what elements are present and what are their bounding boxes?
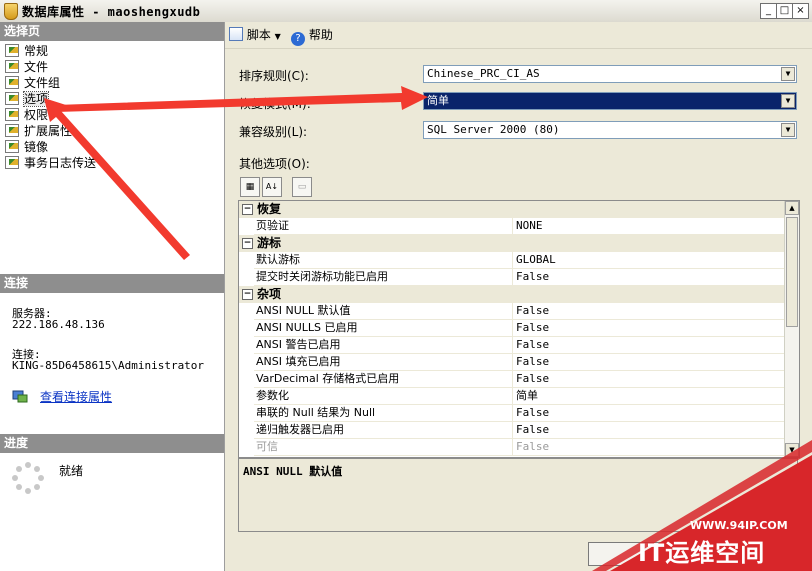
watermark-url: WWW.94IP.COM	[690, 519, 788, 532]
property-row[interactable]: 提交时关闭游标功能已启用 False	[254, 269, 785, 286]
page-options[interactable]: 选项	[4, 91, 50, 107]
page-icon	[5, 76, 19, 89]
alphabetical-sort-icon[interactable]: A↓	[262, 177, 282, 197]
category-misc[interactable]: − 杂项	[239, 286, 785, 303]
property-row[interactable]: 参数化 简单	[254, 388, 785, 405]
select-page-header: 选择页	[0, 22, 224, 41]
server-value: 222.186.48.136	[12, 318, 105, 331]
connection-header: 连接	[0, 274, 224, 293]
property-row[interactable]: VarDecimal 存储格式已启用 False	[254, 371, 785, 388]
page-mirroring[interactable]: 镜像	[4, 139, 48, 155]
categorized-view-icon[interactable]: ▦	[240, 177, 260, 197]
options-pane: 脚本 ▼ ? 帮助 排序规则(C): Chinese_PRC_CI_AS ▼ 恢…	[225, 22, 812, 571]
collation-select[interactable]: Chinese_PRC_CI_AS ▼	[423, 65, 797, 83]
help-button[interactable]: ? 帮助	[291, 26, 333, 46]
close-button[interactable]: ×	[792, 3, 809, 19]
page-log-shipping[interactable]: 事务日志传送	[4, 155, 96, 171]
page-icon	[5, 92, 19, 105]
page-icon	[5, 108, 19, 121]
property-row[interactable]: ANSI 填充已启用 False	[254, 354, 785, 371]
property-row[interactable]: 可信 False	[254, 439, 785, 456]
property-row[interactable]: 页验证 NONE	[254, 218, 785, 235]
property-row[interactable]: 递归触发器已启用 False	[254, 422, 785, 439]
page-general[interactable]: 常规	[4, 43, 48, 59]
recovery-model-label: 恢复模式(M):	[239, 97, 311, 111]
collation-label: 排序规则(C):	[239, 69, 309, 83]
maximize-button[interactable]: □	[776, 3, 793, 19]
script-icon	[229, 27, 243, 41]
scroll-down-icon[interactable]: ▼	[785, 443, 799, 457]
collation-value: Chinese_PRC_CI_AS	[427, 67, 540, 80]
compatibility-level-select[interactable]: SQL Server 2000 (80) ▼	[423, 121, 797, 139]
category-cursor[interactable]: − 游标	[239, 235, 785, 252]
compatibility-level-value: SQL Server 2000 (80)	[427, 123, 560, 136]
page-extended-properties[interactable]: 扩展属性	[4, 123, 72, 139]
scroll-up-icon[interactable]: ▲	[785, 201, 799, 215]
collapse-icon[interactable]: −	[242, 238, 253, 249]
property-pages-icon[interactable]: ▭	[292, 177, 312, 197]
scroll-thumb[interactable]	[786, 217, 798, 327]
page-permissions[interactable]: 权限	[4, 107, 48, 123]
help-icon: ?	[291, 32, 305, 46]
collapse-icon[interactable]: −	[242, 204, 253, 215]
window-title: 数据库属性 - maoshengxudb	[22, 5, 201, 19]
recovery-model-select[interactable]: 简单 ▼	[423, 92, 797, 110]
connection-properties-icon	[12, 389, 28, 403]
progress-status: 就绪	[59, 464, 84, 478]
progress-header: 进度	[0, 434, 224, 453]
left-pane: 选择页 常规 文件 文件组 选项 权限 扩展属性 镜像 事务日志传送 连接 服务…	[0, 22, 225, 571]
window-titlebar: 数据库属性 - maoshengxudb _ □ ×	[0, 0, 812, 23]
page-filegroups[interactable]: 文件组	[4, 75, 60, 91]
collapse-icon[interactable]: −	[242, 289, 253, 300]
minimize-button[interactable]: _	[760, 3, 777, 19]
property-row[interactable]: ANSI 警告已启用 False	[254, 337, 785, 354]
page-icon	[5, 124, 19, 137]
compatibility-level-label: 兼容级别(L):	[239, 125, 308, 139]
chevron-down-icon: ▼	[274, 32, 281, 41]
page-icon	[5, 156, 19, 169]
grid-scrollbar[interactable]: ▲ ▼	[784, 201, 799, 457]
script-button[interactable]: 脚本 ▼	[229, 26, 281, 44]
page-files[interactable]: 文件	[4, 59, 48, 75]
view-connection-properties-link[interactable]: 查看连接属性	[40, 388, 112, 405]
chevron-down-icon[interactable]: ▼	[781, 94, 795, 108]
property-row[interactable]: ANSI NULL 默认值 False	[254, 303, 785, 320]
options-property-grid: − 恢复 页验证 NONE − 游标 默认游标 GLOBAL 提交时关闭游标功能已启用 F…	[238, 200, 800, 458]
page-icon	[5, 44, 19, 57]
property-row[interactable]: 默认游标 GLOBAL	[254, 252, 785, 269]
progress-spinner-icon	[12, 462, 44, 494]
recovery-model-value: 简单	[427, 94, 449, 107]
category-recovery[interactable]: − 恢复	[239, 201, 785, 218]
watermark-name: IT运维空间	[638, 539, 766, 567]
page-icon	[5, 60, 19, 73]
property-row[interactable]: ANSI NULLS 已启用 False	[254, 320, 785, 337]
page-icon	[5, 140, 19, 153]
other-options-label: 其他选项(O):	[239, 157, 310, 171]
connection-value: KING-85D6458615\Administrator	[12, 359, 205, 372]
chevron-down-icon[interactable]: ▼	[781, 67, 795, 81]
database-icon	[4, 3, 18, 20]
property-row[interactable]: 串联的 Null 结果为 Null False	[254, 405, 785, 422]
chevron-down-icon[interactable]: ▼	[781, 123, 795, 137]
